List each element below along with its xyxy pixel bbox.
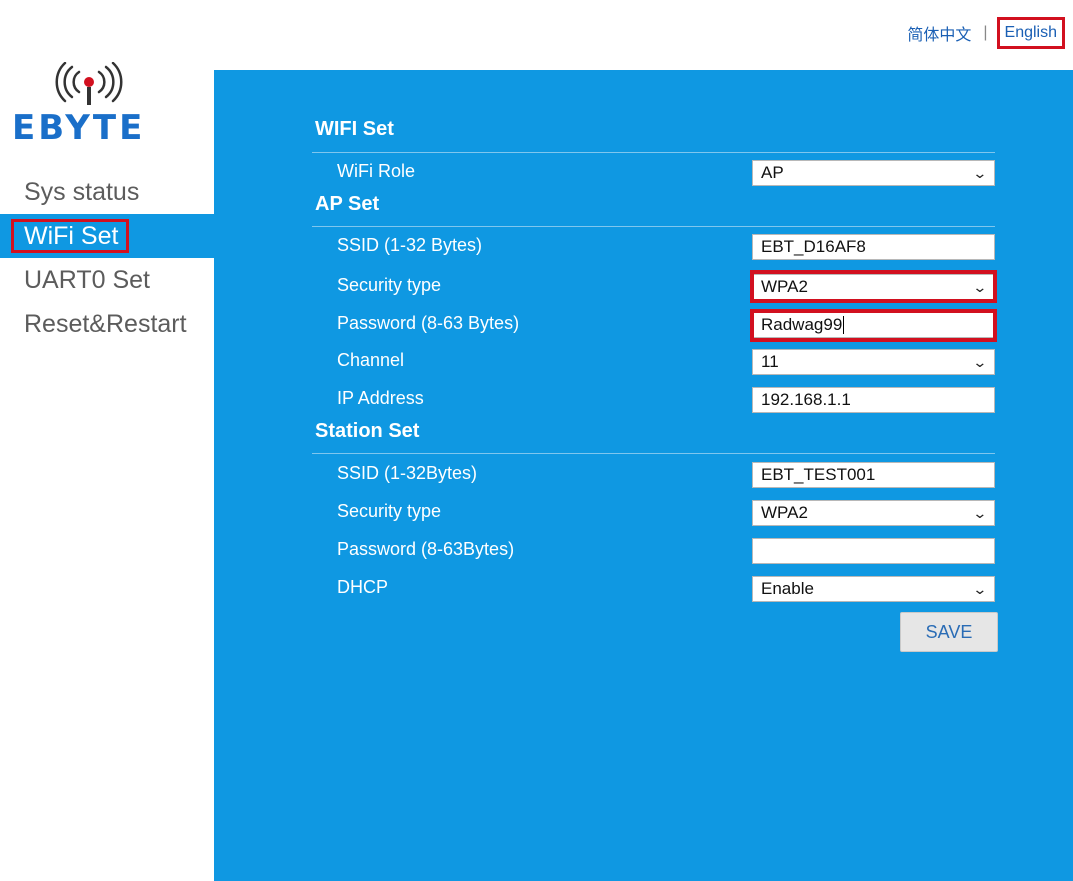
ap-channel-select[interactable]: 11 ⌄ [752, 349, 995, 375]
wifi-broadcast-icon [55, 62, 123, 105]
text-cursor [843, 316, 845, 334]
ap-channel-value: 11 [761, 352, 779, 371]
sidebar-item-reset-restart[interactable]: Reset&Restart [0, 302, 214, 346]
section-divider [312, 453, 995, 454]
section-divider [312, 226, 995, 227]
ap-security-label: Security type [337, 275, 442, 295]
settings-panel: WIFI Set WiFi Role AP ⌄ AP Set SSID (1-3… [214, 70, 1073, 881]
chevron-down-icon: ⌄ [972, 504, 988, 521]
station-ssid-input[interactable]: EBT_TEST001 [752, 462, 995, 488]
ap-ssid-input[interactable]: EBT_D16AF8 [752, 234, 995, 260]
station-security-value: WPA2 [761, 503, 808, 522]
station-ssid-label: SSID (1-32Bytes) [337, 463, 478, 483]
station-password-input[interactable] [752, 538, 995, 564]
wifi-role-select[interactable]: AP ⌄ [752, 160, 995, 186]
ap-channel-label: Channel [337, 350, 405, 370]
station-set-heading: Station Set [315, 420, 420, 442]
ap-set-heading: AP Set [315, 193, 380, 215]
logo-wordmark: EBYTE [12, 108, 146, 148]
ap-ssid-value: EBT_D16AF8 [761, 237, 866, 256]
save-button[interactable]: SAVE [900, 612, 998, 652]
station-ssid-value: EBT_TEST001 [761, 465, 876, 484]
station-password-label: Password (8-63Bytes) [337, 539, 515, 559]
chevron-down-icon: ⌄ [972, 353, 988, 370]
sidebar-item-label: Sys status [24, 178, 140, 206]
lang-chinese-link[interactable]: 简体中文 [907, 21, 971, 45]
chevron-down-icon: ⌄ [972, 164, 988, 181]
sidebar-item-label: Reset&Restart [24, 310, 187, 338]
lang-english-link[interactable]: English [996, 17, 1065, 49]
lang-separator: | [983, 24, 988, 41]
sidebar-item-label: UART0 Set [24, 266, 150, 294]
ap-security-value: WPA2 [761, 277, 808, 296]
sidebar-item-label: WiFi Set [11, 219, 130, 253]
station-dhcp-label: DHCP [337, 577, 389, 597]
language-switcher: 简体中文 | English [907, 17, 1065, 49]
station-security-label: Security type [337, 501, 442, 521]
ap-ip-input[interactable]: 192.168.1.1 [752, 387, 995, 413]
section-divider [312, 152, 995, 153]
ap-security-select[interactable]: WPA2 ⌄ [752, 274, 995, 300]
chevron-down-icon: ⌄ [972, 580, 988, 597]
ap-ip-value: 192.168.1.1 [761, 390, 851, 409]
chevron-down-icon: ⌄ [972, 278, 988, 295]
sidebar-item-sys-status[interactable]: Sys status [0, 170, 214, 214]
sidebar-nav: Sys status WiFi Set UART0 Set Reset&Rest… [0, 170, 214, 346]
wifi-role-value: AP [761, 163, 784, 182]
sidebar-item-uart0-set[interactable]: UART0 Set [0, 258, 214, 302]
ap-ip-label: IP Address [337, 388, 424, 408]
ebyte-logo: EBYTE [10, 62, 170, 148]
wifi-set-heading: WIFI Set [315, 118, 394, 140]
sidebar-item-wifi-set[interactable]: WiFi Set [0, 214, 214, 258]
station-dhcp-select[interactable]: Enable ⌄ [752, 576, 995, 602]
wifi-role-label: WiFi Role [337, 161, 416, 181]
ap-ssid-label: SSID (1-32 Bytes) [337, 235, 483, 255]
station-security-select[interactable]: WPA2 ⌄ [752, 500, 995, 526]
station-dhcp-value: Enable [761, 579, 814, 598]
ap-password-label: Password (8-63 Bytes) [337, 313, 520, 333]
ap-password-value: Radwag99 [761, 315, 843, 334]
ap-password-input[interactable]: Radwag99 [752, 312, 995, 338]
